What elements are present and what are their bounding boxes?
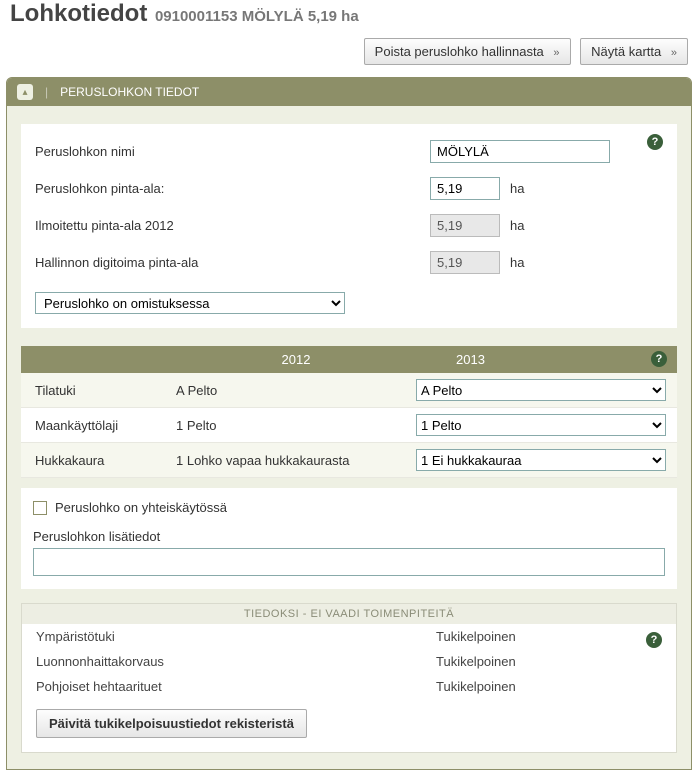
table-row: Maankäyttölaji 1 Pelto 1 Pelto (21, 408, 677, 443)
eligibility-label: Luonnonhaittakorvaus (36, 654, 436, 669)
extra-info-label: Peruslohkon lisätiedot (33, 529, 665, 544)
page-title: Lohkotiedot (10, 0, 147, 27)
area-input[interactable] (430, 177, 500, 200)
basic-info-section: ? Peruslohkon nimi Peruslohkon pinta-ala… (21, 124, 677, 328)
row-2012-value: A Pelto (176, 383, 416, 398)
col-2013: 2013 (416, 352, 667, 367)
remove-parcel-button[interactable]: Poista peruslohko hallinnasta » (364, 38, 571, 65)
reported-area-input (430, 214, 500, 237)
show-map-label: Näytä kartta (591, 44, 661, 59)
help-icon[interactable]: ? (647, 134, 663, 150)
row-label: Maankäyttölaji (31, 418, 176, 433)
maankayttolaji-select[interactable]: 1 Pelto (416, 414, 666, 436)
collapse-icon[interactable]: ▴ (17, 84, 33, 100)
area-label: Peruslohkon pinta-ala: (35, 181, 430, 196)
eligibility-row: Luonnonhaittakorvaus Tukikelpoinen (22, 649, 676, 674)
name-input[interactable] (430, 140, 610, 163)
table-row: Tilatuki A Pelto A Pelto (21, 373, 677, 408)
eligibility-label: Pohjoiset hehtaarituet (36, 679, 436, 694)
row-label: Tilatuki (31, 383, 176, 398)
panel-header[interactable]: ▴ | PERUSLOHKON TIEDOT (7, 78, 691, 106)
chevron-right-icon: » (671, 47, 677, 59)
top-button-bar: Poista peruslohko hallinnasta » Näytä ka… (0, 34, 698, 73)
update-eligibility-button[interactable]: Päivitä tukikelpoisuustiedot rekisterist… (36, 709, 307, 738)
parcel-panel: ▴ | PERUSLOHKON TIEDOT ? Peruslohkon nim… (6, 77, 692, 770)
help-icon[interactable]: ? (651, 351, 667, 367)
row-2012-value: 1 Pelto (176, 418, 416, 433)
reported-area-unit: ha (510, 218, 524, 233)
eligibility-status: Tukikelpoinen (436, 679, 662, 694)
panel-title: PERUSLOHKON TIEDOT (60, 85, 199, 99)
eligibility-row: Ympäristötuki Tukikelpoinen (22, 624, 676, 649)
table-row: Hukkakaura 1 Lohko vapaa hukkakaurasta 1… (21, 443, 677, 478)
col-2012: 2012 (176, 352, 416, 367)
eligibility-status: Tukikelpoinen (436, 654, 662, 669)
remove-parcel-label: Poista peruslohko hallinnasta (375, 44, 544, 59)
shared-use-checkbox[interactable] (33, 501, 47, 515)
extra-info-textarea[interactable] (33, 548, 665, 576)
row-2012-value: 1 Lohko vapaa hukkakaurasta (176, 453, 416, 468)
digitized-area-label: Hallinnon digitoima pinta-ala (35, 255, 430, 270)
extra-section: Peruslohko on yhteiskäytössä Peruslohkon… (21, 488, 677, 589)
reported-area-label: Ilmoitettu pinta-ala 2012 (35, 218, 430, 233)
show-map-button[interactable]: Näytä kartta » (580, 38, 688, 65)
area-unit: ha (510, 181, 524, 196)
digitized-area-unit: ha (510, 255, 524, 270)
eligibility-header: TIEDOKSI - EI VAADI TOIMENPITEITÄ (22, 604, 676, 624)
shared-use-label: Peruslohko on yhteiskäytössä (55, 500, 227, 515)
name-label: Peruslohkon nimi (35, 144, 430, 159)
help-icon[interactable]: ? (646, 632, 662, 648)
eligibility-row: Pohjoiset hehtaarituet Tukikelpoinen (22, 674, 676, 699)
tilatuki-select[interactable]: A Pelto (416, 379, 666, 401)
year-table: 2012 2013 ? Tilatuki A Pelto A Pelto Maa… (21, 346, 677, 478)
hukkakaura-select[interactable]: 1 Ei hukkakauraa (416, 449, 666, 471)
divider: | (45, 85, 48, 99)
ownership-select[interactable]: Peruslohko on omistuksessa (35, 292, 345, 314)
table-header: 2012 2013 ? (21, 346, 677, 373)
row-label: Hukkakaura (31, 453, 176, 468)
eligibility-block: TIEDOKSI - EI VAADI TOIMENPITEITÄ ? Ympä… (21, 603, 677, 753)
page-subtitle: 0910001153 MÖLYLÄ 5,19 ha (155, 8, 359, 25)
eligibility-label: Ympäristötuki (36, 629, 436, 644)
eligibility-status: Tukikelpoinen (436, 629, 662, 644)
chevron-right-icon: » (553, 47, 559, 59)
digitized-area-input (430, 251, 500, 274)
